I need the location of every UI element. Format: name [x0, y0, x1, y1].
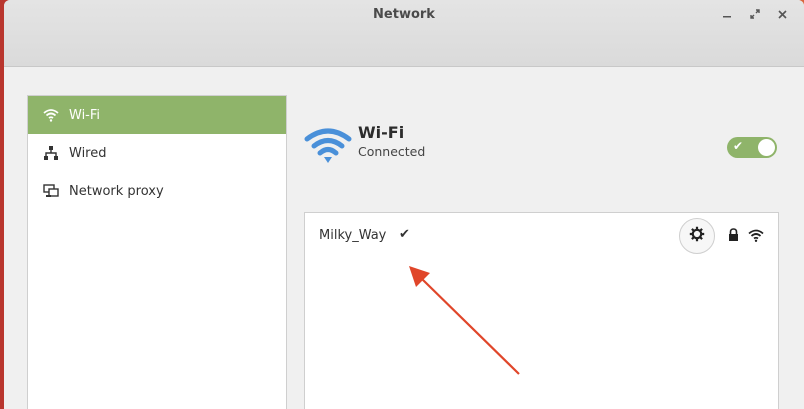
titlebar: Network: [4, 0, 804, 67]
sidebar-item-wired[interactable]: Wired: [28, 134, 286, 172]
wifi-status: Connected: [358, 144, 426, 159]
wifi-icon: [42, 106, 60, 124]
wired-icon: [42, 144, 60, 162]
restore-icon[interactable]: [747, 6, 763, 22]
wifi-toggle[interactable]: ✔: [727, 137, 777, 158]
wifi-large-icon: [304, 125, 352, 169]
signal-strength-icon: [748, 227, 764, 246]
network-settings-button[interactable]: [679, 218, 715, 254]
toggle-knob: [758, 139, 775, 156]
network-window: Network Wi-Fi Wired Network proxy Wi-Fi …: [4, 0, 804, 409]
network-list: Milky_Way ✔: [304, 212, 779, 409]
content-area: Wi-Fi Wired Network proxy Wi-Fi Connecte…: [4, 67, 804, 409]
proxy-icon: [42, 182, 60, 200]
network-name: Milky_Way: [319, 228, 387, 243]
lock-icon: [728, 227, 739, 246]
main-panel: Wi-Fi Connected ✔ Milky_Way ✔: [304, 67, 784, 409]
wifi-title: Wi-Fi: [358, 123, 405, 142]
network-row[interactable]: Milky_Way ✔: [305, 213, 778, 259]
sidebar-item-label: Wired: [69, 145, 107, 161]
sidebar-item-wifi[interactable]: Wi-Fi: [28, 96, 286, 134]
gear-icon: [689, 226, 705, 246]
minimize-icon[interactable]: [719, 6, 735, 22]
sidebar: Wi-Fi Wired Network proxy: [27, 95, 287, 409]
sidebar-item-label: Wi-Fi: [69, 107, 101, 123]
sidebar-item-network-proxy[interactable]: Network proxy: [28, 172, 286, 210]
sidebar-item-label: Network proxy: [69, 183, 164, 199]
window-title: Network: [373, 7, 435, 22]
connected-check-icon: ✔: [399, 227, 410, 242]
check-icon: ✔: [733, 139, 744, 153]
close-icon[interactable]: [774, 6, 790, 22]
